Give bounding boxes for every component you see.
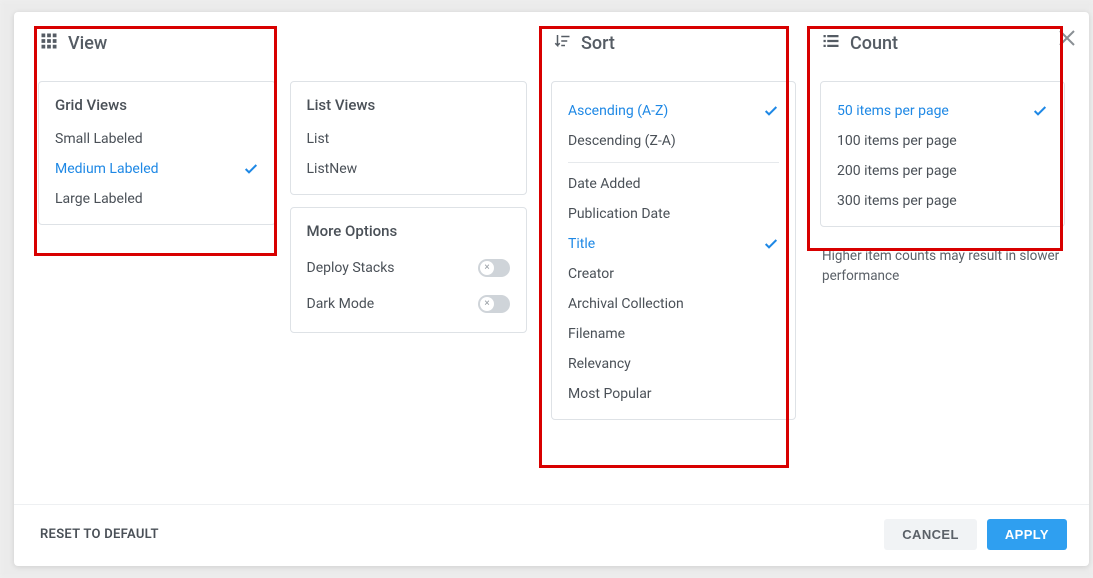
- toggle-deploy-stacks: Deploy Stacks: [307, 250, 511, 286]
- sort-header: Sort: [551, 32, 796, 55]
- option-50-items[interactable]: 50 items per page: [837, 96, 1048, 126]
- toggle-dark-mode: Dark Mode: [307, 286, 511, 322]
- close-icon[interactable]: [1055, 26, 1079, 50]
- count-column: Count 50 items per page 100 items per pa…: [820, 32, 1065, 496]
- count-title: Count: [850, 33, 898, 54]
- reset-to-default[interactable]: RESET TO DEFAULT: [40, 527, 159, 542]
- more-options-card: More Options Deploy Stacks Dark Mode: [290, 207, 528, 333]
- option-date-added[interactable]: Date Added: [568, 169, 779, 199]
- option-large-labeled[interactable]: Large Labeled: [55, 184, 259, 214]
- option-filename[interactable]: Filename: [568, 319, 779, 349]
- option-small-labeled[interactable]: Small Labeled: [55, 124, 259, 154]
- option-list[interactable]: List: [307, 124, 511, 154]
- deploy-stacks-toggle[interactable]: [478, 259, 510, 277]
- modal-body: View Grid Views Small Labeled Medium Lab…: [14, 12, 1089, 504]
- modal-footer: RESET TO DEFAULT CANCEL APPLY: [14, 504, 1089, 566]
- more-options-title: More Options: [307, 222, 511, 240]
- grid-views-card: Grid Views Small Labeled Medium Labeled …: [38, 81, 276, 225]
- list-views-title: List Views: [307, 96, 511, 114]
- option-100-items[interactable]: 100 items per page: [837, 126, 1048, 156]
- list-icon: [822, 32, 840, 55]
- grid-views-title: Grid Views: [55, 96, 259, 114]
- count-card: 50 items per page 100 items per page 200…: [820, 81, 1065, 227]
- option-ascending[interactable]: Ascending (A-Z): [568, 96, 779, 126]
- sort-title: Sort: [581, 33, 615, 54]
- option-medium-labeled[interactable]: Medium Labeled: [55, 154, 259, 184]
- view-title: View: [68, 33, 107, 54]
- sort-column: Sort Ascending (A-Z) Descending (Z-A) Da…: [551, 32, 796, 496]
- option-publication-date[interactable]: Publication Date: [568, 199, 779, 229]
- cancel-button[interactable]: CANCEL: [884, 519, 977, 550]
- option-relevancy[interactable]: Relevancy: [568, 349, 779, 379]
- settings-modal: View Grid Views Small Labeled Medium Lab…: [14, 12, 1089, 566]
- grid-icon: [40, 32, 58, 55]
- option-200-items[interactable]: 200 items per page: [837, 156, 1048, 186]
- count-header: Count: [820, 32, 1065, 55]
- option-title[interactable]: Title: [568, 229, 779, 259]
- sort-card: Ascending (A-Z) Descending (Z-A) Date Ad…: [551, 81, 796, 420]
- count-hint: Higher item counts may result in slower …: [820, 247, 1065, 286]
- view-column: View Grid Views Small Labeled Medium Lab…: [38, 32, 527, 496]
- view-header: View: [38, 32, 527, 55]
- option-listnew[interactable]: ListNew: [307, 154, 511, 184]
- apply-button[interactable]: APPLY: [987, 519, 1067, 550]
- option-300-items[interactable]: 300 items per page: [837, 186, 1048, 216]
- option-most-popular[interactable]: Most Popular: [568, 379, 779, 409]
- option-descending[interactable]: Descending (Z-A): [568, 126, 779, 156]
- sort-icon: [553, 32, 571, 55]
- option-archival-collection[interactable]: Archival Collection: [568, 289, 779, 319]
- option-creator[interactable]: Creator: [568, 259, 779, 289]
- dark-mode-toggle[interactable]: [478, 295, 510, 313]
- list-views-card: List Views List ListNew: [290, 81, 528, 195]
